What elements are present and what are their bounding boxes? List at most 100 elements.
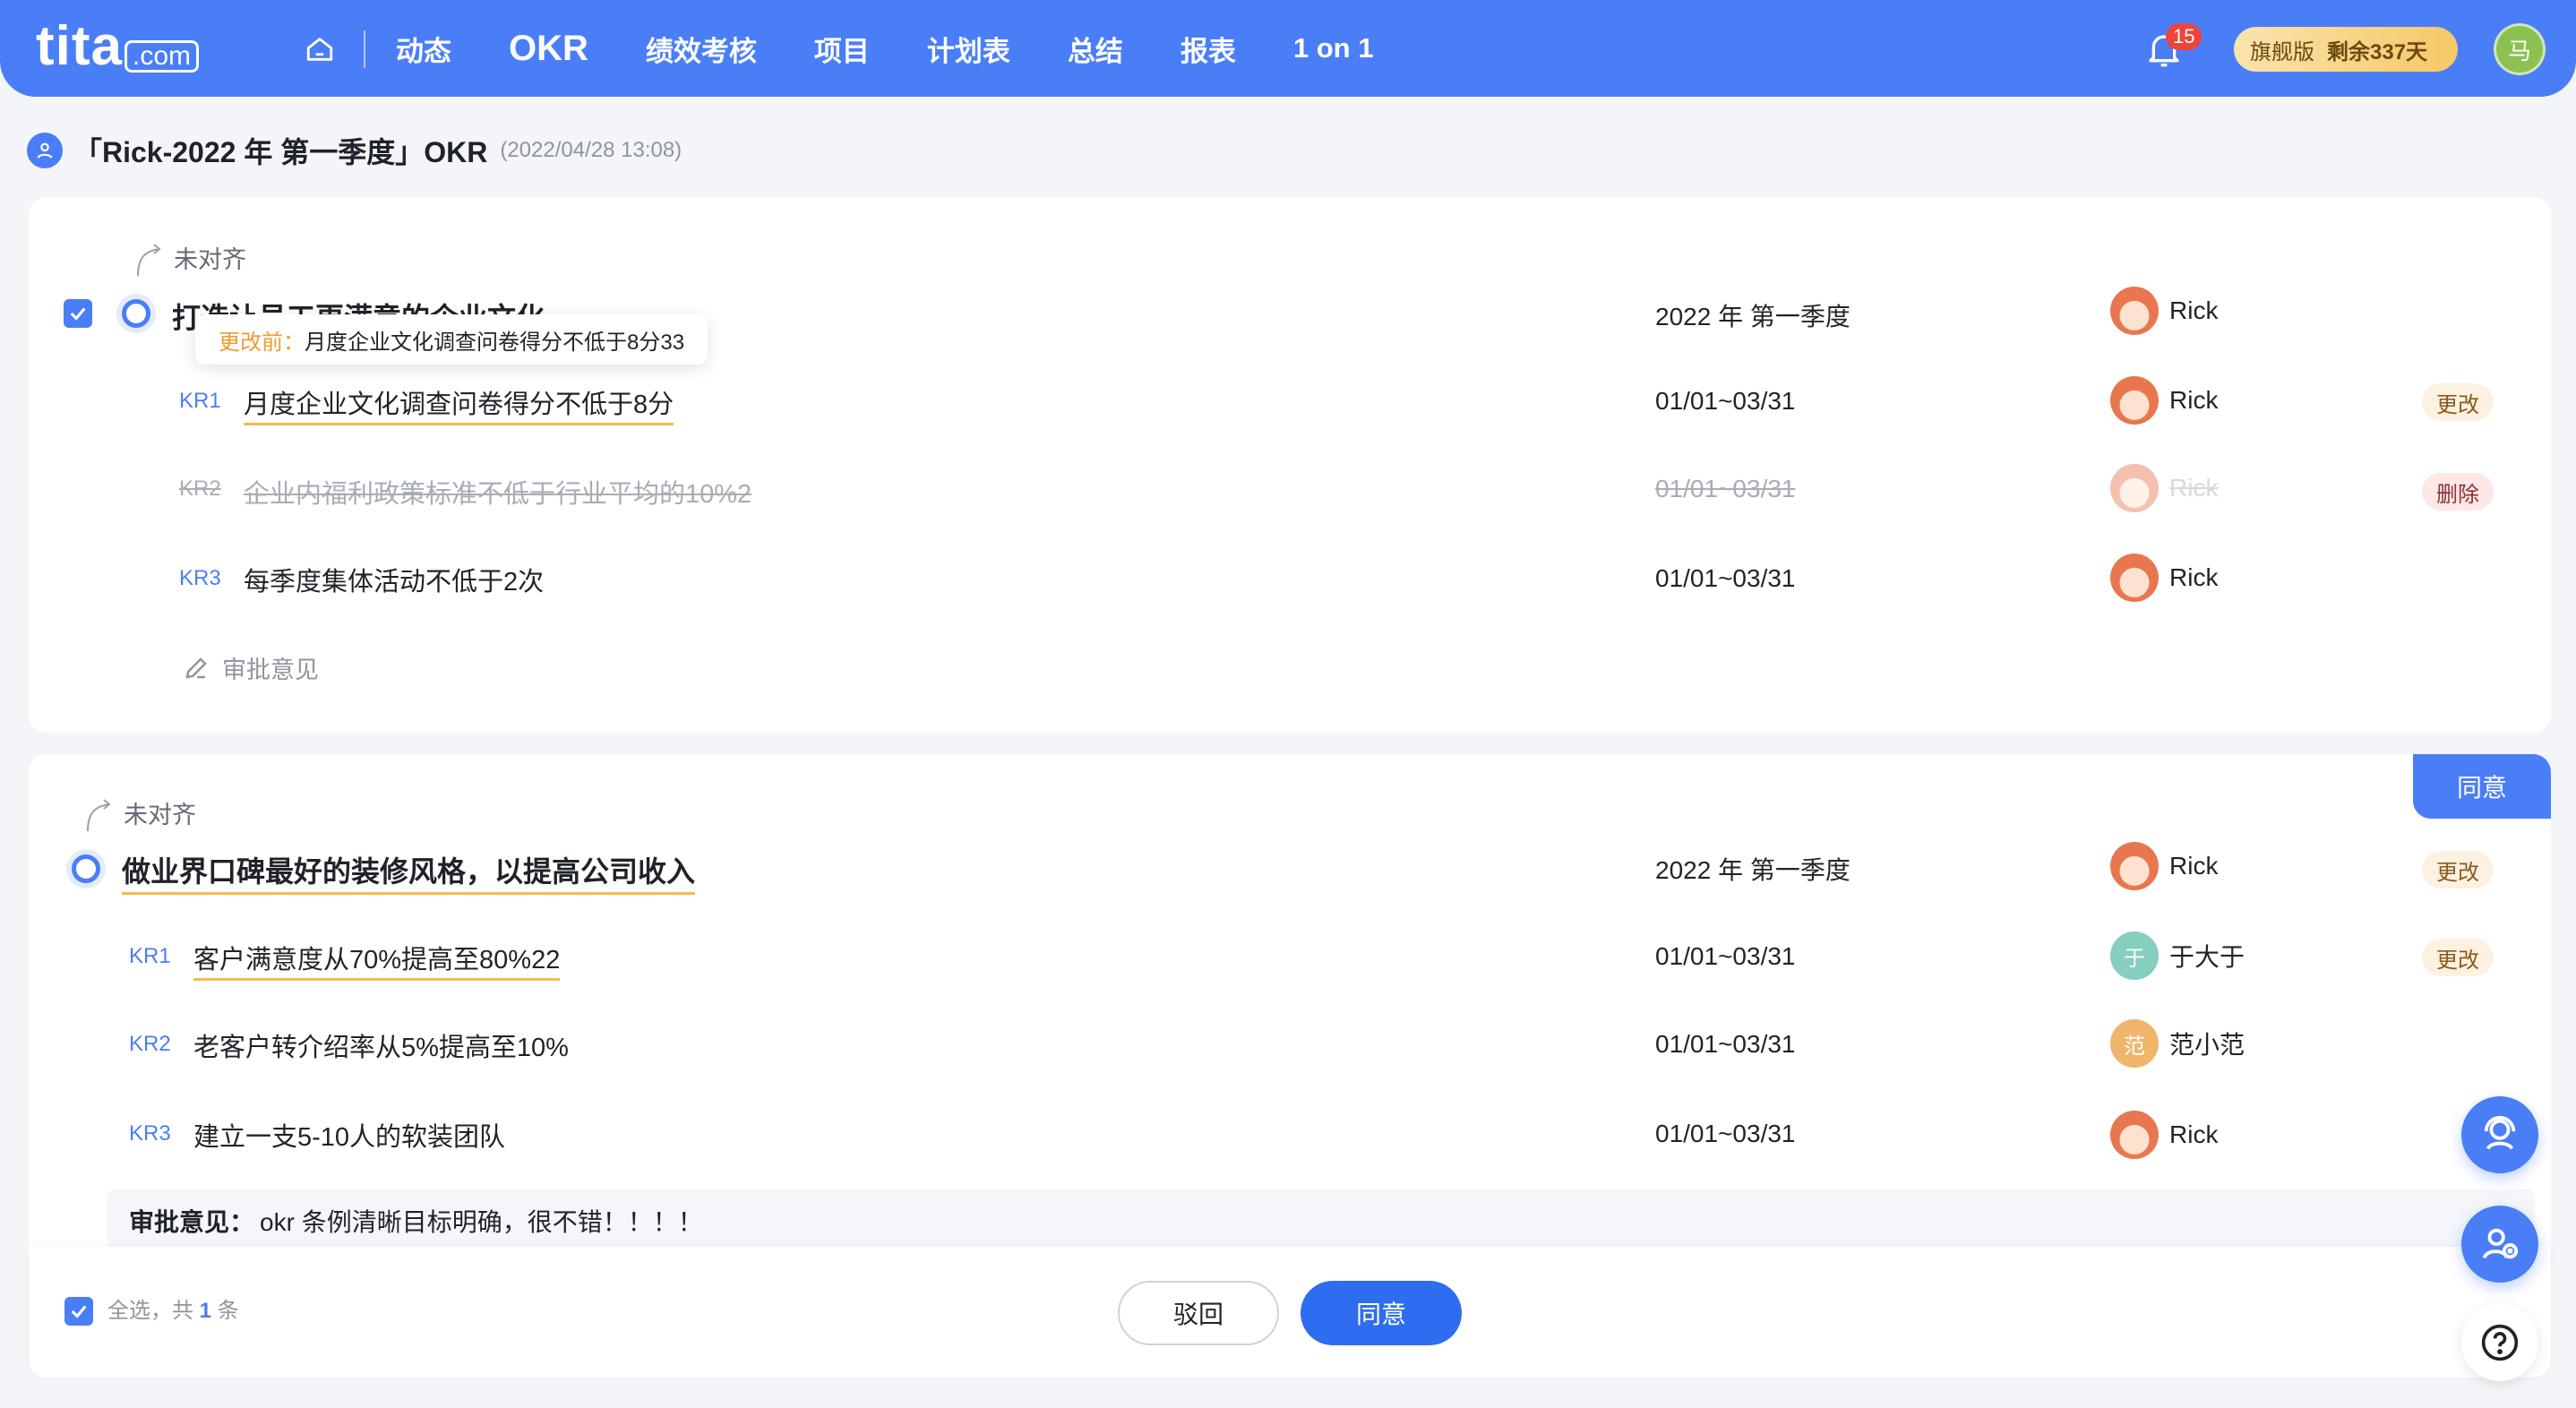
alignment-note: 未对齐 bbox=[84, 792, 196, 833]
owner-name: Rick bbox=[2169, 852, 2219, 880]
kr-text[interactable]: 老客户转介绍率从5%提高至10% bbox=[193, 1026, 569, 1064]
plan-remaining: 剩余337天 bbox=[2327, 39, 2428, 64]
avatar bbox=[2110, 464, 2159, 512]
avatar bbox=[2110, 376, 2159, 425]
kr-owner[interactable]: 范 范小范 bbox=[2110, 1019, 2245, 1068]
kr-tag: KR3 bbox=[129, 1121, 171, 1146]
kr-text[interactable]: 企业内福利政策标准不低于行业平均的10%2 bbox=[244, 473, 751, 511]
nav-item-one-on-one[interactable]: 1 on 1 bbox=[1293, 32, 1374, 64]
kr-text[interactable]: 每季度集体活动不低于2次 bbox=[244, 561, 544, 598]
kr-tag: KR2 bbox=[129, 1032, 171, 1056]
objective-2-title[interactable]: 做业界口碑最好的装修风格，以提高公司收入 bbox=[122, 849, 696, 895]
alignment-note-text: 未对齐 bbox=[124, 801, 196, 828]
avatar bbox=[2110, 842, 2159, 890]
status-badge-deleted: 删除 bbox=[2422, 473, 2494, 511]
kr-text[interactable]: 客户满意度从70%提高至80%22 bbox=[193, 939, 561, 981]
change-tooltip: 更改前： 月度企业文化调查问卷得分不低于8分33 bbox=[195, 314, 708, 365]
footer-action-bar: 全选，共 1 条 驳回 同意 bbox=[29, 1247, 2551, 1378]
main-nav: 动态 OKR 绩效考核 项目 计划表 总结 报表 1 on 1 bbox=[396, 0, 1430, 97]
avatar bbox=[2110, 1111, 2159, 1159]
top-navigation-bar: tita .com 动态 OKR 绩效考核 项目 计划表 总结 报表 1 on … bbox=[0, 0, 2576, 97]
kr-date: 01/01~03/31 bbox=[1655, 1120, 1796, 1147]
kr-owner[interactable]: Rick bbox=[2110, 1111, 2218, 1159]
owner-name: Rick bbox=[2169, 386, 2219, 414]
approval-comment-label: 审批意见： bbox=[129, 1208, 255, 1236]
nav-item-performance[interactable]: 绩效考核 bbox=[646, 29, 757, 69]
objective-icon bbox=[116, 294, 156, 333]
kr-tag: KR1 bbox=[129, 944, 171, 968]
headset-icon bbox=[2484, 1116, 2516, 1150]
logo-suffix: .com bbox=[125, 40, 200, 73]
owner-name: Rick bbox=[2169, 563, 2219, 591]
objective-1-checkbox[interactable] bbox=[64, 299, 92, 328]
user-profile-icon bbox=[27, 133, 63, 168]
alignment-note-text: 未对齐 bbox=[174, 245, 246, 273]
owner-name: Rick bbox=[2169, 296, 2219, 324]
notification-badge: 15 bbox=[2166, 23, 2202, 50]
kr-date: 01/01~03/31 bbox=[1655, 564, 1796, 592]
add-user-icon bbox=[2482, 1228, 2519, 1259]
tita-logo[interactable]: tita .com bbox=[36, 15, 200, 77]
logo-text: tita bbox=[36, 15, 123, 77]
kr-date: 01/01~03/31 bbox=[1655, 942, 1796, 970]
kr-owner[interactable]: Rick bbox=[2110, 464, 2218, 512]
avatar: 于 bbox=[2110, 932, 2159, 980]
kr-owner[interactable]: Rick bbox=[2110, 376, 2218, 425]
kr-date: 01/01~03/31 bbox=[1655, 1030, 1796, 1058]
approval-comment-button[interactable]: 审批意见 bbox=[183, 650, 319, 685]
customer-service-button[interactable] bbox=[2461, 1096, 2538, 1173]
page-header: 「Rick-2022 年 第一季度」OKR (2022/04/28 13:08) bbox=[27, 129, 682, 172]
owner-name: Rick bbox=[2169, 474, 2219, 502]
kr-tag: KR3 bbox=[179, 566, 221, 590]
status-badge-changed: 更改 bbox=[2422, 383, 2494, 421]
page-title: 「Rick-2022 年 第一季度」OKR bbox=[73, 136, 488, 168]
kr-tag: KR1 bbox=[179, 389, 221, 413]
kr-date: 01/01~03/31 bbox=[1655, 387, 1796, 415]
check-icon bbox=[71, 1305, 87, 1318]
add-user-button[interactable] bbox=[2461, 1206, 2538, 1283]
status-badge-changed: 更改 bbox=[2422, 851, 2494, 889]
edit-icon bbox=[185, 657, 207, 679]
tooltip-label: 更改前： bbox=[219, 330, 305, 355]
nav-item-projects[interactable]: 项目 bbox=[814, 29, 870, 69]
tooltip-text: 月度企业文化调查问卷得分不低于8分33 bbox=[305, 330, 685, 355]
align-arrow-icon bbox=[87, 799, 111, 832]
align-arrow-icon bbox=[137, 244, 161, 277]
owner-name: Rick bbox=[2169, 1120, 2219, 1148]
objective-icon bbox=[66, 849, 106, 889]
kr-owner[interactable]: 于 于大于 bbox=[2110, 932, 2245, 980]
avatar bbox=[2110, 287, 2159, 335]
help-icon bbox=[2481, 1324, 2519, 1361]
nav-item-okr[interactable]: OKR bbox=[509, 29, 588, 69]
agreed-corner-label: 同意 bbox=[2413, 754, 2551, 819]
owner-name: 范小范 bbox=[2169, 1031, 2245, 1059]
alignment-note: 未对齐 bbox=[134, 236, 246, 278]
user-avatar[interactable]: 马 bbox=[2494, 23, 2546, 75]
objective-1-owner[interactable]: Rick bbox=[2110, 287, 2218, 335]
select-all-label: 全选，共 1 条 bbox=[107, 1297, 239, 1326]
home-icon[interactable] bbox=[305, 34, 335, 64]
nav-item-plans[interactable]: 计划表 bbox=[927, 29, 1010, 69]
objective-card-2 bbox=[29, 754, 2551, 1247]
nav-item-reports[interactable]: 报表 bbox=[1181, 29, 1236, 69]
kr-date: 01/01~03/31 bbox=[1655, 475, 1796, 502]
approval-comment-label: 审批意见 bbox=[222, 657, 319, 683]
kr-text[interactable]: 月度企业文化调查问卷得分不低于8分 bbox=[244, 383, 674, 425]
check-icon bbox=[70, 307, 86, 321]
reject-button[interactable]: 驳回 bbox=[1118, 1281, 1279, 1345]
select-all-checkbox[interactable] bbox=[64, 1297, 93, 1326]
objective-2-owner[interactable]: Rick bbox=[2110, 842, 2218, 890]
approval-comment-text: okr 条例清晰目标明确，很不错！！！！ bbox=[260, 1208, 703, 1236]
agree-button[interactable]: 同意 bbox=[1301, 1281, 1462, 1345]
owner-name: 于大于 bbox=[2169, 943, 2245, 971]
nav-item-summary[interactable]: 总结 bbox=[1068, 29, 1123, 69]
nav-item-feed[interactable]: 动态 bbox=[396, 29, 451, 69]
status-badge-changed: 更改 bbox=[2422, 939, 2494, 976]
plan-name: 旗舰版 bbox=[2250, 39, 2314, 64]
help-button[interactable] bbox=[2461, 1304, 2538, 1381]
plan-badge[interactable]: 旗舰版 剩余337天 bbox=[2234, 27, 2458, 72]
kr-owner[interactable]: Rick bbox=[2110, 554, 2218, 602]
kr-text[interactable]: 建立一支5-10人的软装团队 bbox=[193, 1116, 505, 1154]
selected-count: 1 bbox=[199, 1299, 212, 1323]
kr-tag: KR2 bbox=[179, 476, 221, 501]
